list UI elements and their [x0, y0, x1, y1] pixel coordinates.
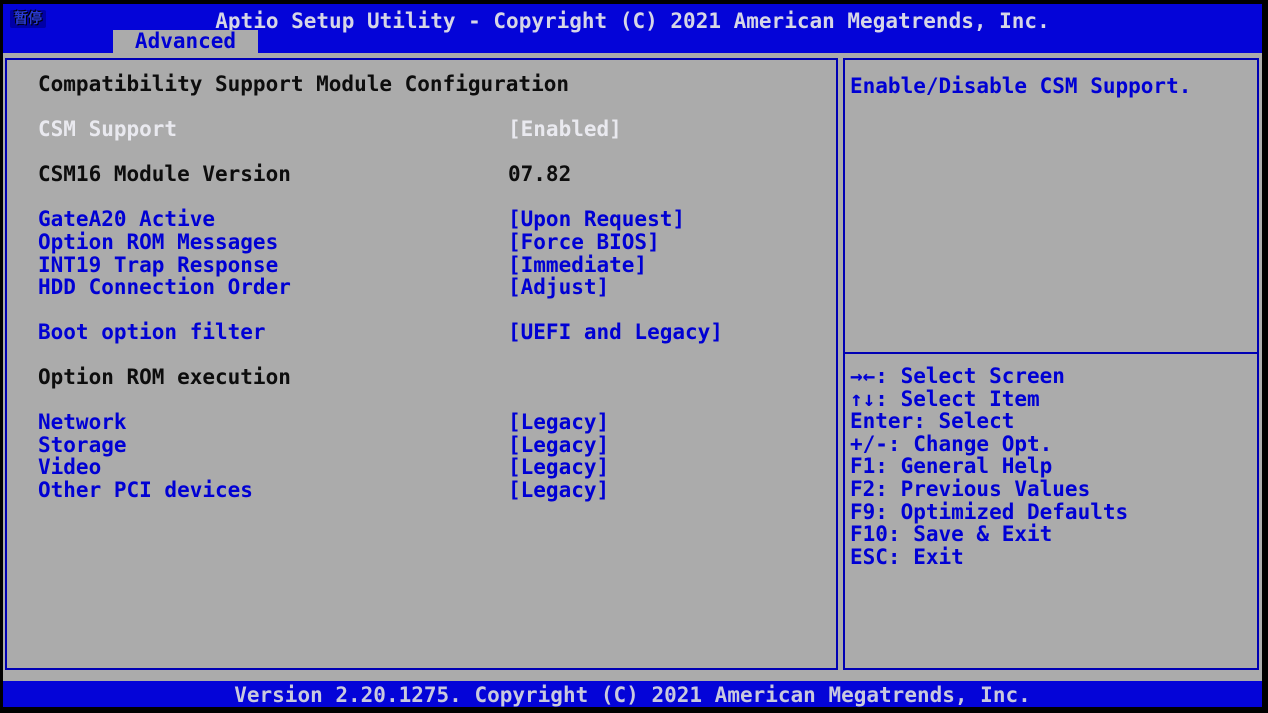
legend-select-screen: →←: Select Screen: [850, 364, 1065, 388]
legend-f10-save-exit: F10: Save & Exit: [850, 522, 1053, 547]
footer-bar: Version 2.20.1275. Copyright (C) 2021 Am…: [3, 681, 1262, 707]
value-boot-option-filter[interactable]: [UEFI and Legacy]: [508, 322, 723, 343]
option-option-rom-messages[interactable]: Option ROM Messages: [38, 232, 278, 253]
label-csm16-module-version: CSM16 Module Version: [38, 162, 291, 186]
help-panel: Enable/Disable CSM Support. →←: Select S…: [843, 58, 1259, 670]
section-title-option-rom-execution: Option ROM execution: [38, 365, 291, 389]
legend-change-opt: +/-: Change Opt.: [850, 431, 1053, 456]
legend-f9-optimized-defaults: F9: Optimized Defaults: [850, 499, 1129, 524]
option-gatea20-active[interactable]: GateA20 Active: [38, 209, 215, 230]
section-title-csm-configuration: Compatibility Support Module Configurati…: [38, 72, 570, 96]
options-panel: Compatibility Support Module Configurati…: [5, 58, 838, 670]
value-video[interactable]: [Legacy]: [508, 457, 609, 478]
header-bar: Aptio Setup Utility - Copyright (C) 2021…: [3, 4, 1262, 53]
option-int19-trap-response[interactable]: INT19 Trap Response: [38, 255, 278, 276]
option-boot-option-filter[interactable]: Boot option filter: [38, 322, 266, 343]
value-hdd-connection-order[interactable]: [Adjust]: [508, 277, 609, 298]
option-other-pci-devices[interactable]: Other PCI devices: [38, 480, 253, 501]
legend-f2-previous-values: F2: Previous Values: [850, 476, 1091, 501]
value-csm16-module-version: 07.82: [508, 162, 572, 186]
legend-esc-exit: ESC: Exit: [850, 544, 964, 569]
value-storage[interactable]: [Legacy]: [508, 435, 609, 456]
legend-enter-select: Enter: Select: [850, 409, 1015, 434]
version-copyright-text: Version 2.20.1275. Copyright (C) 2021 Am…: [234, 683, 1031, 707]
value-option-rom-messages[interactable]: [Force BIOS]: [508, 232, 660, 253]
option-network[interactable]: Network: [38, 412, 127, 433]
help-panel-divider: [845, 352, 1257, 354]
option-storage[interactable]: Storage: [38, 435, 127, 456]
option-hdd-connection-order[interactable]: HDD Connection Order: [38, 277, 291, 298]
item-help-text: Enable/Disable CSM Support.: [850, 74, 1192, 98]
value-csm-support[interactable]: [Enabled]: [508, 119, 622, 140]
bios-screen: { "header": { "title": "Aptio Setup Util…: [0, 0, 1268, 713]
value-int19-trap-response[interactable]: [Immediate]: [508, 255, 647, 276]
option-video[interactable]: Video: [38, 457, 101, 478]
legend-f1-general-help: F1: General Help: [850, 454, 1053, 479]
option-csm-support[interactable]: CSM Support: [38, 119, 177, 140]
pause-overlay-button[interactable]: 暂停: [10, 10, 46, 28]
value-network[interactable]: [Legacy]: [508, 412, 609, 433]
legend-select-item: ↑↓: Select Item: [850, 386, 1040, 411]
key-legend: →←: Select Screen ↑↓: Select Item Enter:…: [850, 365, 1254, 568]
value-gatea20-active[interactable]: [Upon Request]: [508, 209, 685, 230]
tab-advanced[interactable]: Advanced: [113, 30, 258, 53]
body-area: Compatibility Support Module Configurati…: [3, 53, 1262, 681]
value-other-pci-devices[interactable]: [Legacy]: [508, 480, 609, 501]
